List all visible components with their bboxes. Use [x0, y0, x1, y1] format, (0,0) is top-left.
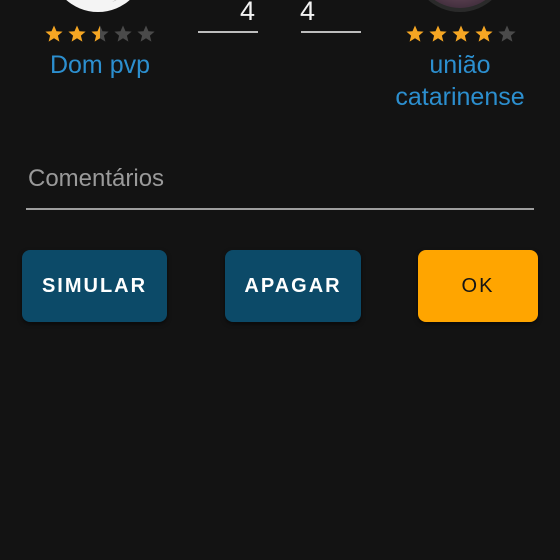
- star-empty-icon: [113, 24, 133, 44]
- home-team-logo: [50, 0, 146, 12]
- away-score-underline: [301, 31, 361, 33]
- home-score-underline: [198, 31, 258, 33]
- away-team-rating: [405, 24, 517, 44]
- comments-field: [26, 150, 534, 210]
- match-result-screen: Dom pvp união catarinense 4 4 SIMULAR AP…: [0, 0, 560, 560]
- star-filled-icon: [405, 24, 425, 44]
- away-team-name[interactable]: união catarinense: [380, 49, 540, 113]
- comments-underline: [26, 208, 534, 210]
- home-team-rating: [44, 24, 156, 44]
- star-filled-icon: [474, 24, 494, 44]
- home-team-name[interactable]: Dom pvp: [20, 49, 180, 81]
- ok-button[interactable]: OK: [418, 250, 538, 322]
- star-filled-icon: [451, 24, 471, 44]
- star-filled-icon: [44, 24, 64, 44]
- star-filled-icon: [67, 24, 87, 44]
- star-empty-icon: [136, 24, 156, 44]
- home-score[interactable]: 4: [228, 0, 288, 26]
- star-half-icon: [90, 24, 110, 44]
- star-filled-icon: [428, 24, 448, 44]
- away-team-logo: [412, 0, 508, 12]
- star-empty-icon: [497, 24, 517, 44]
- simulate-button[interactable]: SIMULAR: [22, 250, 167, 322]
- clear-button[interactable]: APAGAR: [225, 250, 361, 322]
- away-score[interactable]: 4: [300, 0, 360, 26]
- comments-input[interactable]: [26, 150, 534, 208]
